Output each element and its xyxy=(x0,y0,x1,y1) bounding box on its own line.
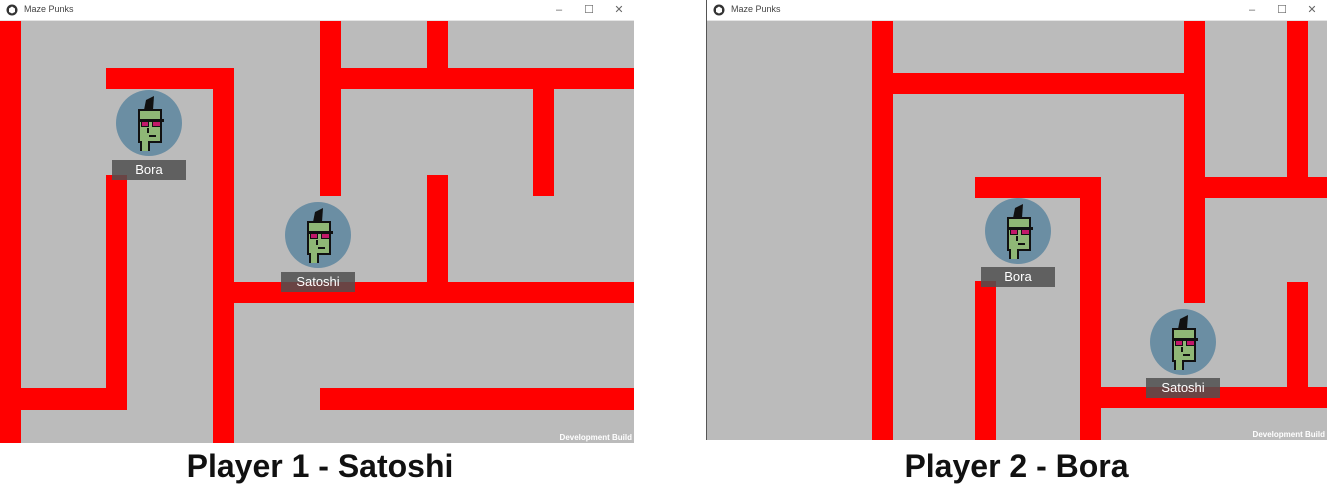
maze-wall xyxy=(1287,282,1308,408)
maze-wall xyxy=(320,68,634,89)
maze-wall xyxy=(213,68,234,443)
player-avatar-satoshi xyxy=(285,202,351,268)
maze-wall xyxy=(106,175,127,410)
player-avatar-bora xyxy=(985,198,1051,264)
title-bar: Maze Punks – ☐ ✕ xyxy=(0,0,634,21)
close-button[interactable]: ✕ xyxy=(604,0,634,21)
punk-avatar-icon xyxy=(1007,204,1033,259)
punk-avatar-icon xyxy=(307,208,333,263)
player1-game-window: Maze Punks – ☐ ✕ Bora Satoshi Developmen… xyxy=(0,0,634,443)
minimize-button[interactable]: – xyxy=(1237,0,1267,21)
player-nametag: Bora xyxy=(112,160,186,180)
maze-wall xyxy=(975,281,996,440)
maze-view: Bora Satoshi Development Build xyxy=(707,21,1327,440)
close-button[interactable]: ✕ xyxy=(1297,0,1327,21)
maze-wall xyxy=(320,21,341,196)
player-avatar-satoshi xyxy=(1150,309,1216,375)
maze-wall xyxy=(533,68,554,196)
maze-wall xyxy=(872,73,1205,94)
maze-wall xyxy=(320,388,634,410)
maze-wall xyxy=(1287,21,1308,198)
unity-app-icon xyxy=(713,4,725,16)
maze-wall xyxy=(0,21,21,443)
maze-wall xyxy=(213,282,634,303)
maze-view: Bora Satoshi Development Build xyxy=(0,21,634,443)
title-bar: Maze Punks – ☐ ✕ xyxy=(707,0,1327,21)
unity-app-icon xyxy=(6,4,18,16)
minimize-button[interactable]: – xyxy=(544,0,574,21)
development-build-label: Development Build xyxy=(559,433,632,442)
maze-wall xyxy=(1184,21,1205,303)
punk-avatar-icon xyxy=(1172,315,1198,370)
window-title: Maze Punks xyxy=(731,4,781,14)
player-nametag: Satoshi xyxy=(281,272,355,292)
window-title: Maze Punks xyxy=(24,4,74,14)
punk-avatar-icon xyxy=(138,96,164,151)
maze-wall xyxy=(427,21,448,89)
player-avatar-bora xyxy=(116,90,182,156)
player1-caption: Player 1 - Satoshi xyxy=(186,448,454,484)
maximize-button[interactable]: ☐ xyxy=(574,0,604,21)
player2-game-window: Maze Punks – ☐ ✕ Bora Satoshi Developmen… xyxy=(706,0,1327,440)
maximize-button[interactable]: ☐ xyxy=(1267,0,1297,21)
player-nametag: Satoshi xyxy=(1146,378,1220,398)
development-build-label: Development Build xyxy=(1252,430,1325,439)
player-nametag: Bora xyxy=(981,267,1055,287)
player2-caption: Player 2 - Bora xyxy=(904,448,1129,484)
